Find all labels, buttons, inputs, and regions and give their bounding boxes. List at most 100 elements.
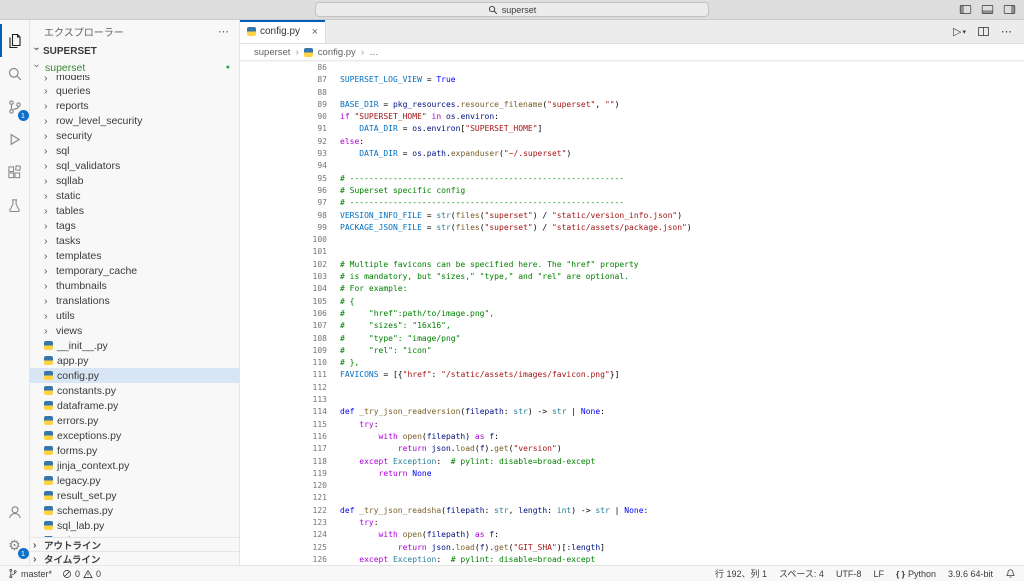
layout-panel-icon[interactable] [981, 3, 994, 16]
tree-item-tables[interactable]: ›tables [30, 203, 239, 218]
tree-item-__init__.py[interactable]: __init__.py [30, 338, 239, 353]
line-content: except Exception: # pylint: disable=broa… [340, 554, 595, 565]
git-branch-status[interactable]: master* [8, 568, 52, 579]
tab-config-py[interactable]: config.py × [240, 20, 326, 43]
tree-item-app.py[interactable]: app.py [30, 353, 239, 368]
cursor-position: 行 192、列 1 [715, 567, 767, 580]
activitybar-testing[interactable] [0, 189, 30, 222]
code-line: 98VERSION_INFO_FILE = str(files("superse… [240, 210, 1024, 222]
cursor-position-status[interactable]: 行 192、列 1 [715, 567, 767, 580]
python-file-icon [44, 371, 53, 380]
tree-item-exceptions.py[interactable]: exceptions.py [30, 428, 239, 443]
chevron-right-icon: › [44, 86, 52, 96]
line-number: 92 [240, 136, 340, 148]
tree-item-thumbnails[interactable]: ›thumbnails [30, 278, 239, 293]
chevron-right-icon: › [44, 131, 52, 141]
bell-icon[interactable] [1005, 568, 1016, 579]
activitybar-run-debug[interactable] [0, 123, 30, 156]
command-center-search[interactable]: superset [315, 2, 709, 17]
tree-item-result_set.py[interactable]: result_set.py [30, 488, 239, 503]
code-line: 126 except Exception: # pylint: disable=… [240, 554, 1024, 565]
split-editor-icon[interactable] [977, 25, 990, 38]
close-icon[interactable]: × [312, 26, 318, 38]
timeline-section-header[interactable]: › タイムライン [30, 551, 239, 565]
activitybar-search[interactable] [0, 57, 30, 90]
tree-item-translations[interactable]: ›translations [30, 293, 239, 308]
editor-more-actions-icon[interactable]: ⋯ [1001, 25, 1012, 38]
breadcrumb-symbol[interactable]: … [369, 47, 379, 58]
activitybar-explorer[interactable] [0, 24, 30, 57]
code-line: 86 [240, 62, 1024, 74]
code-editor[interactable]: 8687SUPERSET_LOG_VIEW = True8889BASE_DIR… [240, 60, 1024, 565]
tree-item-tasks[interactable]: ›tasks [30, 233, 239, 248]
tree-item-forms.py[interactable]: forms.py [30, 443, 239, 458]
tree-item-templates[interactable]: ›templates [30, 248, 239, 263]
tree-item-models[interactable]: ›models [30, 75, 239, 83]
tree-item-config.py[interactable]: config.py [30, 368, 239, 383]
workspace-section-header[interactable]: › SUPERSET [30, 42, 239, 60]
code-line: 121 [240, 492, 1024, 504]
activitybar-extensions[interactable] [0, 156, 30, 189]
line-content: with open(filepath) as f: [340, 431, 499, 443]
tree-item-errors.py[interactable]: errors.py [30, 413, 239, 428]
run-python-file-button[interactable]: ▷ ▾ [953, 25, 966, 38]
language-mode-status[interactable]: { } Python [896, 569, 936, 579]
tree-item-legacy.py[interactable]: legacy.py [30, 473, 239, 488]
line-content: return json.load(f).get("GIT_SHA")[:leng… [340, 542, 605, 554]
tree-item-label: sql_validators [56, 160, 120, 172]
sidebar-more-actions[interactable]: ⋯ [218, 25, 229, 38]
line-number: 113 [240, 394, 340, 406]
line-number: 114 [240, 406, 340, 418]
status-bar: master* 0 0 行 192、列 1 スペース: 4 UTF-8 LF {… [0, 565, 1024, 581]
eol-status[interactable]: LF [873, 569, 884, 579]
run-dropdown-icon: ▾ [962, 28, 966, 36]
tree-item-tags[interactable]: ›tags [30, 218, 239, 233]
tree-item-row_level_security[interactable]: ›row_level_security [30, 113, 239, 128]
activitybar-settings[interactable]: ⚙ 1 [0, 528, 30, 561]
line-number: 102 [240, 259, 340, 271]
tree-item-superset-root[interactable]: › superset ● [30, 60, 239, 75]
breadcrumb-folder[interactable]: superset [254, 47, 290, 58]
tree-item-dataframe.py[interactable]: dataframe.py [30, 398, 239, 413]
breadcrumb-file[interactable]: config.py [318, 47, 356, 58]
indentation-status[interactable]: スペース: 4 [779, 567, 824, 580]
tree-item-temporary_cache[interactable]: ›temporary_cache [30, 263, 239, 278]
code-line: 102# Multiple favicons can be specified … [240, 259, 1024, 271]
chevron-right-icon: › [33, 540, 41, 550]
tree-item-utils[interactable]: ›utils [30, 308, 239, 323]
code-line: 99PACKAGE_JSON_FILE = str(files("superse… [240, 222, 1024, 234]
line-number: 91 [240, 123, 340, 135]
tree-item-label: config.py [57, 370, 99, 382]
tree-item-label: reports [56, 100, 89, 112]
outline-section-header[interactable]: › アウトライン [30, 537, 239, 551]
tree-item-reports[interactable]: ›reports [30, 98, 239, 113]
line-content: DATA_DIR = os.path.expanduser("~/.supers… [340, 148, 571, 160]
tree-item-queries[interactable]: ›queries [30, 83, 239, 98]
activitybar-account[interactable] [0, 495, 30, 528]
encoding-status[interactable]: UTF-8 [836, 569, 862, 579]
line-number: 123 [240, 517, 340, 529]
tree-item-views[interactable]: ›views [30, 323, 239, 338]
tree-item-security[interactable]: ›security [30, 128, 239, 143]
tree-item-sqllab[interactable]: ›sqllab [30, 173, 239, 188]
tree-item-sql[interactable]: ›sql [30, 143, 239, 158]
problems-status[interactable]: 0 0 [62, 569, 101, 579]
tree-item-label: translations [56, 295, 110, 307]
line-content: with open(filepath) as f: [340, 529, 499, 541]
activitybar-source-control[interactable]: 1 [0, 90, 30, 123]
python-interpreter-status[interactable]: 3.9.6 64-bit [948, 569, 993, 579]
breadcrumb: superset › config.py › … [240, 44, 1024, 60]
tree-item-label: exceptions.py [57, 430, 121, 442]
layout-sidebar-right-icon[interactable] [1003, 3, 1016, 16]
tree-item-label: forms.py [57, 445, 97, 457]
tree-item-sql_validators[interactable]: ›sql_validators [30, 158, 239, 173]
tree-item-label: models [56, 75, 90, 83]
code-line: 115 try: [240, 419, 1024, 431]
tree-item-schemas.py[interactable]: schemas.py [30, 503, 239, 518]
tree-item-sql_lab.py[interactable]: sql_lab.py [30, 518, 239, 533]
tree-item-constants.py[interactable]: constants.py [30, 383, 239, 398]
eol: LF [873, 569, 884, 579]
layout-sidebar-left-icon[interactable] [959, 3, 972, 16]
tree-item-jinja_context.py[interactable]: jinja_context.py [30, 458, 239, 473]
tree-item-static[interactable]: ›static [30, 188, 239, 203]
